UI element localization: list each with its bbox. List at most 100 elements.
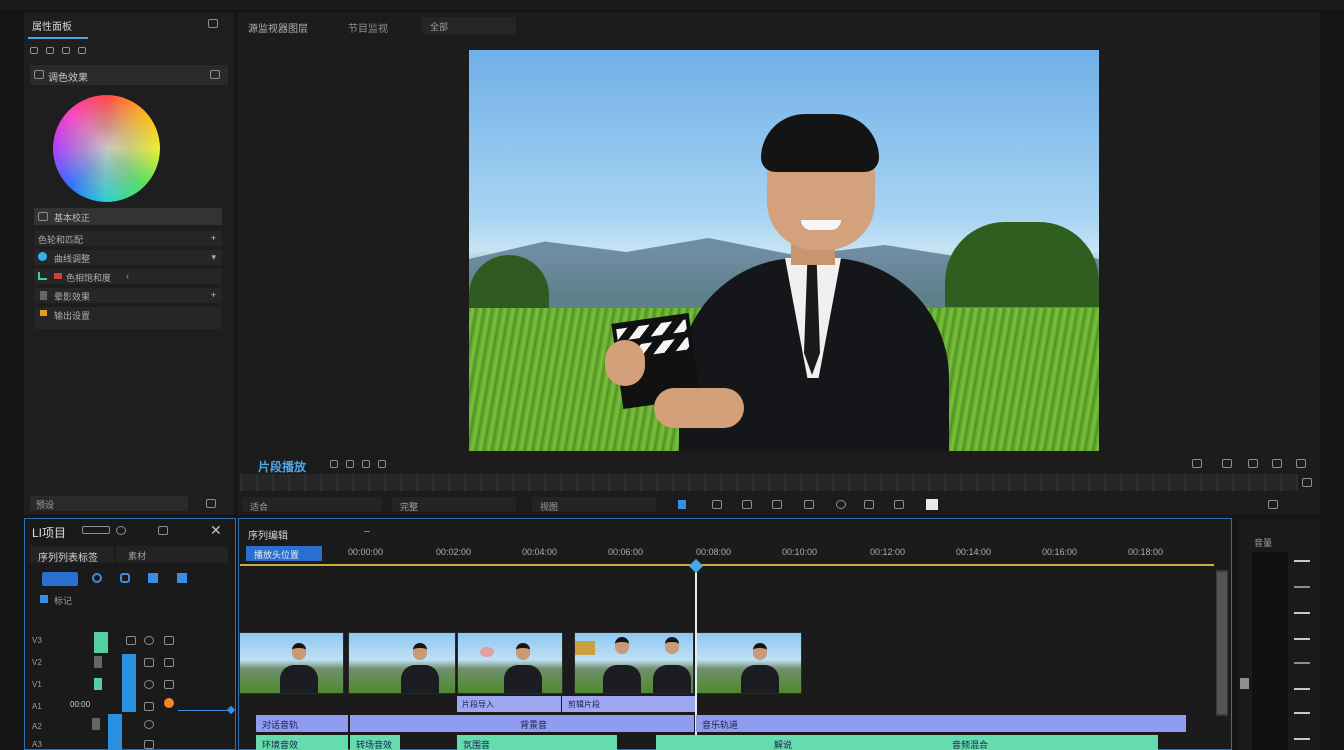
- video-clip-2[interactable]: [348, 632, 456, 694]
- audio-clip-2[interactable]: 背景音: [350, 715, 694, 732]
- track-lock-icon-2[interactable]: [144, 658, 154, 667]
- track-eye-icon-1[interactable]: [144, 636, 154, 645]
- audio-clip-3[interactable]: 音乐轨道: [696, 715, 1186, 732]
- compare-icon[interactable]: [926, 499, 938, 510]
- marker-icon[interactable]: [330, 460, 338, 468]
- tab-icon-2[interactable]: [46, 47, 54, 54]
- step-back-icon[interactable]: [712, 500, 722, 509]
- track-grey-4[interactable]: [92, 718, 100, 730]
- lift-icon[interactable]: [894, 500, 904, 509]
- mark-in-icon[interactable]: [678, 500, 686, 509]
- zoom-icon[interactable]: [836, 500, 846, 509]
- preset-menu-icon[interactable]: [206, 499, 216, 508]
- track-lock-icon-3[interactable]: [144, 680, 154, 689]
- keyframe-line: [178, 710, 232, 711]
- project-checkbox[interactable]: [40, 595, 48, 603]
- color-wheel[interactable]: [53, 95, 160, 202]
- video-frame[interactable]: [469, 50, 1099, 451]
- monitor-scrub-bar[interactable]: [240, 474, 1298, 491]
- close-icon[interactable]: ✕: [210, 522, 222, 539]
- track-lock-icon-1[interactable]: [126, 636, 136, 645]
- effect-item-vignette[interactable]: 晕影效果 +: [34, 288, 222, 303]
- mixer-control-7[interactable]: [1294, 712, 1310, 721]
- panel-menu-icon[interactable]: [208, 19, 218, 28]
- tab-icon-1[interactable]: [30, 47, 38, 54]
- clip-label-2: 剪辑片段: [568, 700, 600, 709]
- track-green-1[interactable]: [94, 632, 108, 653]
- effect-reset-icon[interactable]: [210, 70, 220, 79]
- effect-item-color-wheels[interactable]: 色轮和匹配 +: [34, 231, 222, 246]
- video-clip-4[interactable]: [574, 632, 694, 694]
- tab-icon-4[interactable]: [78, 47, 86, 54]
- collapse-icon[interactable]: ‹: [126, 271, 129, 281]
- track-green-3[interactable]: [94, 678, 102, 690]
- mixer-control-8[interactable]: [1294, 738, 1310, 747]
- project-btn-5[interactable]: [177, 573, 187, 583]
- work-area-bar[interactable]: [240, 564, 1214, 566]
- effect-toggle-icon[interactable]: [34, 70, 44, 79]
- camera-icon[interactable]: [1222, 459, 1232, 468]
- overwrite-icon[interactable]: [864, 500, 874, 509]
- mixer-control-4[interactable]: [1294, 638, 1310, 647]
- track-grey-2[interactable]: [94, 656, 102, 668]
- project-btn-3[interactable]: [120, 573, 130, 583]
- track-eye-icon-3[interactable]: [164, 680, 174, 689]
- keyframe-dot[interactable]: [164, 698, 174, 708]
- play-icon[interactable]: [742, 500, 752, 509]
- video-clip-3[interactable]: [457, 632, 563, 694]
- video-clip-5[interactable]: [696, 632, 802, 694]
- track-sync-icon-1[interactable]: [164, 636, 174, 645]
- add-icon[interactable]: +: [211, 290, 216, 300]
- effect-item-hue-saturation[interactable]: 色相饱和度 ‹: [34, 269, 222, 284]
- expand-icon[interactable]: ▾: [211, 252, 216, 263]
- level-bar-2[interactable]: [108, 714, 122, 750]
- sequence-tab[interactable]: 序列编辑: [248, 527, 288, 542]
- track-eye-icon-2[interactable]: [164, 658, 174, 667]
- insert-icon[interactable]: [804, 500, 814, 509]
- extract-icon[interactable]: [1268, 500, 1278, 509]
- track-solo-icon-4[interactable]: [144, 702, 154, 711]
- play-in-icon[interactable]: [362, 460, 370, 468]
- fullscreen-icon[interactable]: [1302, 478, 1312, 487]
- audio-fx-4[interactable]: 解说: [656, 735, 946, 750]
- folder-icon[interactable]: [82, 526, 110, 534]
- play-out-icon[interactable]: [378, 460, 386, 468]
- video-clip-1[interactable]: [239, 632, 344, 694]
- track-solo-icon-5[interactable]: [144, 720, 154, 729]
- project-blue-button[interactable]: [42, 572, 78, 586]
- effect-header-label: 调色效果: [48, 73, 88, 84]
- audio-clip-1[interactable]: 对话音轨: [256, 715, 348, 732]
- effect-item-curves[interactable]: 曲线调整 ▾: [34, 250, 222, 265]
- audio-fx-5[interactable]: 音频混合: [946, 735, 1158, 750]
- effect-item-output[interactable]: 输出设置: [34, 307, 222, 329]
- list-view-icon[interactable]: [158, 526, 168, 535]
- tab-icon-3[interactable]: [62, 47, 70, 54]
- mixer-control-1[interactable]: [1294, 560, 1310, 569]
- viewer-tab-program[interactable]: 节目监视: [348, 20, 388, 35]
- mixer-fader[interactable]: [1240, 678, 1249, 689]
- active-tab-underline: [28, 37, 88, 39]
- mixer-control-6[interactable]: [1294, 688, 1310, 697]
- track-solo-icon-6[interactable]: [144, 740, 154, 749]
- settings-icon[interactable]: [1272, 459, 1282, 468]
- export-frame-icon[interactable]: [1192, 459, 1202, 468]
- mixer-meter[interactable]: [1252, 552, 1288, 750]
- step-forward-icon[interactable]: [772, 500, 782, 509]
- mixer-control-2[interactable]: [1294, 586, 1310, 595]
- safe-margins-icon[interactable]: [1248, 459, 1258, 468]
- mixer-control-3[interactable]: [1294, 612, 1310, 621]
- undo-icon[interactable]: [116, 526, 126, 535]
- button-editor-icon[interactable]: [1296, 459, 1306, 468]
- viewer-tab-source[interactable]: 源监视器图层: [248, 20, 308, 35]
- audio-fx-1[interactable]: 环境音效: [256, 735, 348, 750]
- mixer-control-5[interactable]: [1294, 662, 1310, 671]
- level-bar-1[interactable]: [122, 654, 136, 712]
- audio-fx-3[interactable]: 氛围音: [457, 735, 617, 750]
- project-btn-4[interactable]: [148, 573, 158, 583]
- audio-fx-2[interactable]: 转场音效: [350, 735, 400, 750]
- add-icon[interactable]: +: [211, 233, 216, 243]
- project-btn-2[interactable]: [92, 573, 102, 583]
- loop-icon[interactable]: [346, 460, 354, 468]
- timeline-scroll-thumb[interactable]: [1217, 572, 1227, 714]
- panel-tab-properties[interactable]: 属性面板: [32, 18, 72, 33]
